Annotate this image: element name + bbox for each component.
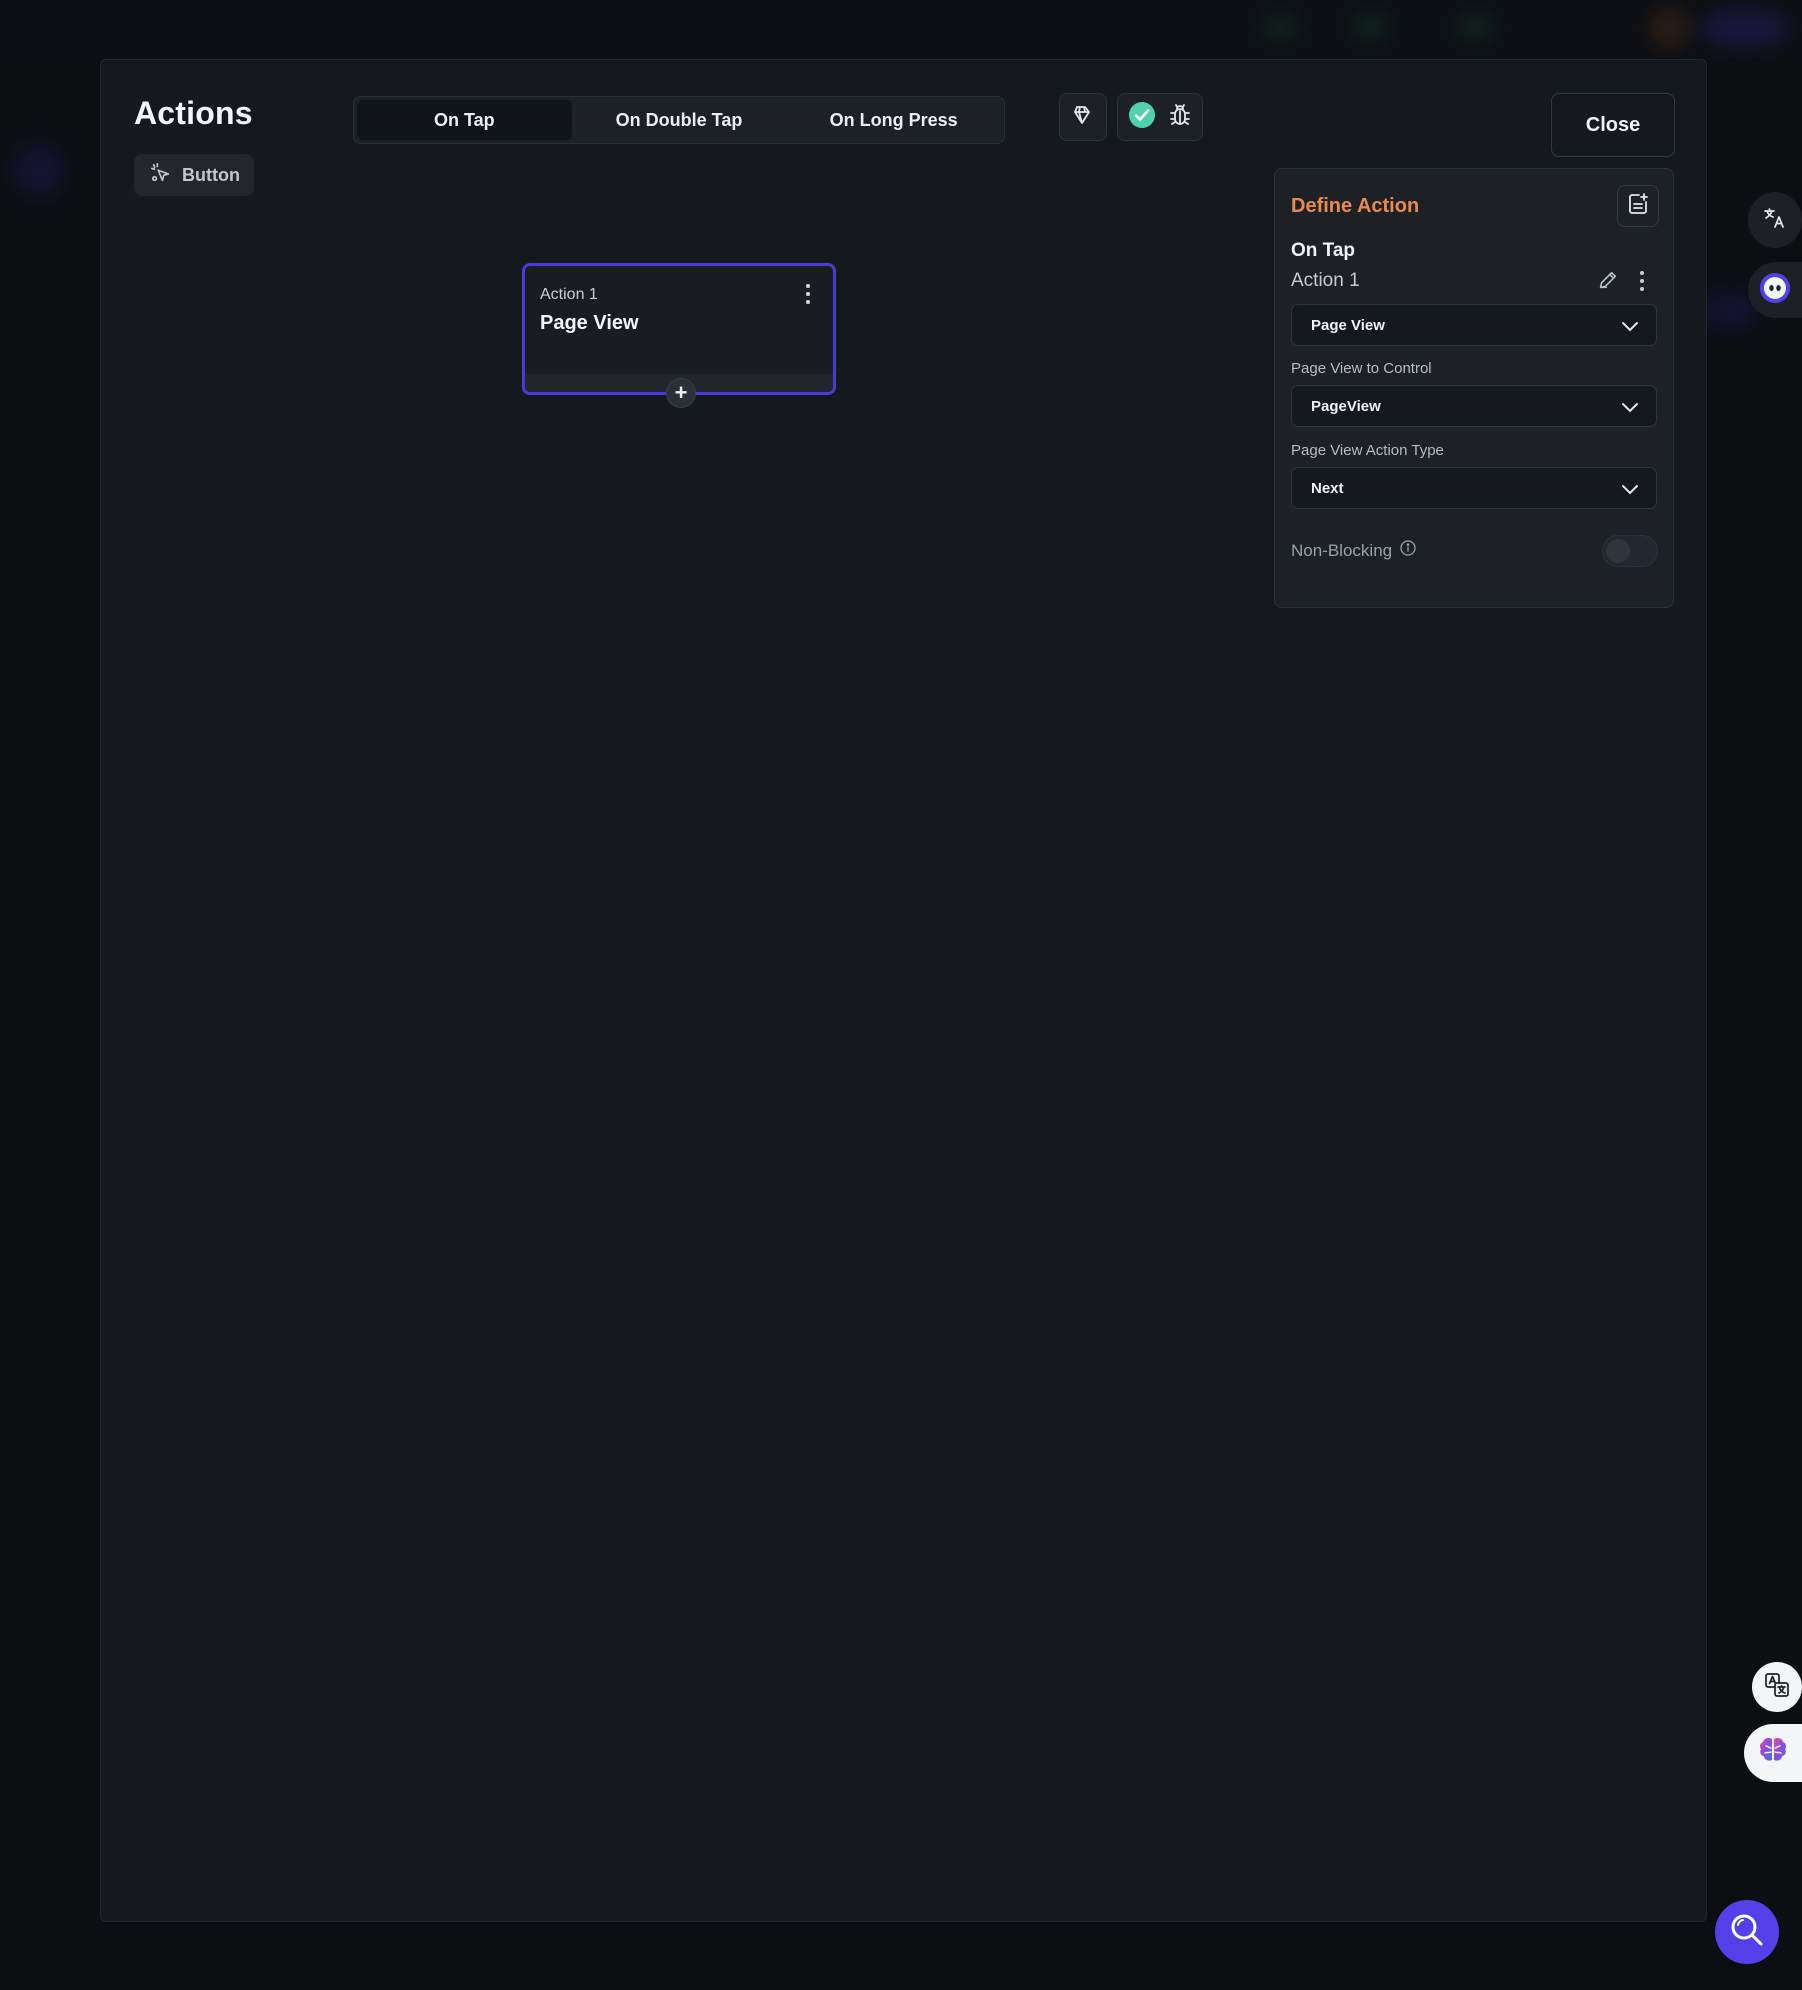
chevron-down-icon bbox=[1622, 403, 1638, 413]
page-view-action-type-select[interactable]: Next bbox=[1291, 467, 1657, 509]
non-blocking-label-row: Non-Blocking bbox=[1291, 540, 1416, 561]
search-icon bbox=[1728, 1911, 1766, 1954]
action-type-label: Page View Action Type bbox=[1291, 442, 1444, 459]
cursor-click-icon bbox=[150, 162, 172, 189]
bug-icon[interactable] bbox=[1168, 102, 1192, 133]
action-node-title: Page View bbox=[540, 312, 639, 334]
brain-icon bbox=[1756, 1734, 1790, 1773]
page-view-label: Page View to Control bbox=[1291, 360, 1432, 377]
translate-fab[interactable] bbox=[1748, 192, 1802, 248]
action-type-value: Page View bbox=[1311, 316, 1385, 334]
language-fab[interactable] bbox=[1752, 1662, 1802, 1712]
edit-pencil-icon[interactable] bbox=[1597, 269, 1619, 291]
assistant-icon bbox=[1759, 272, 1791, 309]
widget-chip[interactable]: Button bbox=[134, 154, 254, 196]
language-icon bbox=[1763, 1671, 1791, 1704]
translate-icon bbox=[1762, 205, 1788, 236]
panel-action-name: Action 1 bbox=[1291, 270, 1360, 291]
brain-fab[interactable] bbox=[1744, 1724, 1802, 1782]
info-icon[interactable] bbox=[1400, 540, 1416, 561]
page-view-value: PageView bbox=[1311, 397, 1381, 415]
search-fab[interactable] bbox=[1715, 1900, 1779, 1964]
action-type-select[interactable]: Page View bbox=[1291, 304, 1657, 346]
check-circle-icon[interactable] bbox=[1128, 101, 1156, 134]
modal-title: Actions bbox=[134, 95, 253, 131]
action-node-menu-icon[interactable] bbox=[805, 284, 811, 304]
assistant-fab[interactable] bbox=[1748, 262, 1802, 318]
gem-cursor-icon bbox=[1071, 103, 1095, 132]
widget-chip-label: Button bbox=[182, 164, 240, 185]
action-node-subtitle: Action 1 bbox=[540, 286, 598, 303]
add-action-button[interactable]: + bbox=[666, 378, 696, 408]
validate-debug-group bbox=[1117, 93, 1203, 141]
non-blocking-label: Non-Blocking bbox=[1291, 540, 1393, 560]
tab-on-double-tap[interactable]: On Double Tap bbox=[572, 100, 787, 140]
define-action-panel: Define Action On Tap Action 1 Page View … bbox=[1274, 168, 1674, 608]
panel-trigger: On Tap bbox=[1291, 240, 1356, 261]
trigger-tabs: On Tap On Double Tap On Long Press bbox=[353, 96, 1005, 144]
non-blocking-toggle[interactable] bbox=[1602, 535, 1658, 567]
action-node[interactable]: Action 1 Page View + bbox=[522, 263, 836, 408]
action-more-icon[interactable] bbox=[1639, 271, 1645, 291]
panel-title: Define Action bbox=[1291, 195, 1420, 217]
tab-on-long-press[interactable]: On Long Press bbox=[786, 100, 1001, 140]
tab-on-tap[interactable]: On Tap bbox=[357, 100, 572, 140]
chevron-down-icon bbox=[1622, 322, 1638, 332]
chevron-down-icon bbox=[1622, 485, 1638, 495]
actions-modal: Actions Button On Tap On Double Tap On L… bbox=[100, 59, 1707, 1922]
page-view-action-type-value: Next bbox=[1311, 479, 1344, 497]
page-view-select[interactable]: PageView bbox=[1291, 385, 1657, 427]
gem-button[interactable] bbox=[1059, 93, 1107, 141]
note-add-icon bbox=[1626, 192, 1650, 221]
add-note-button[interactable] bbox=[1617, 185, 1659, 227]
close-button[interactable]: Close bbox=[1551, 93, 1675, 157]
